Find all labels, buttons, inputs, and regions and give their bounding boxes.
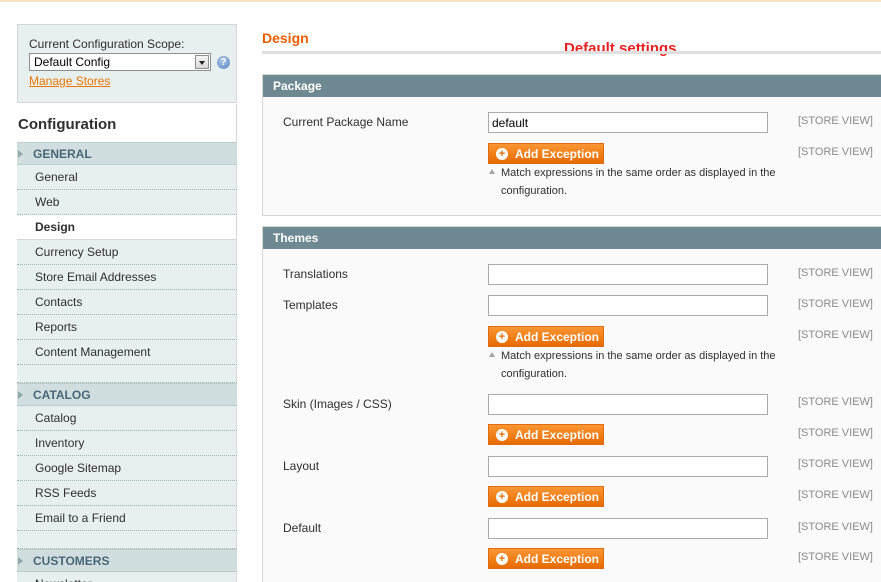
chevron-down-icon[interactable] [195, 55, 209, 69]
plus-icon: + [496, 330, 508, 343]
nav-item-newsletter[interactable]: Newsletter [17, 572, 237, 582]
section-arrow-icon [18, 149, 23, 158]
scope-tag: [STORE VIEW] [798, 489, 873, 501]
plus-icon: + [496, 552, 508, 565]
package-header[interactable]: Package [263, 75, 881, 97]
skin-add-exception-button[interactable]: + Add Exception [488, 424, 604, 445]
scope-tag: [STORE VIEW] [798, 396, 873, 408]
add-exception-label: Add Exception [515, 146, 600, 161]
nav-section-catalog[interactable]: CATALOG [17, 383, 237, 406]
plus-icon: + [496, 147, 508, 160]
templates-label: Templates [283, 298, 338, 312]
nav-spacer [17, 531, 237, 549]
title-divider [262, 51, 881, 54]
scope-select-value: Default Config [34, 55, 111, 69]
default-add-exception-button[interactable]: + Add Exception [488, 548, 604, 569]
nav-item-google-sitemap[interactable]: Google Sitemap [17, 456, 237, 481]
manage-stores-link[interactable]: Manage Stores [29, 74, 110, 88]
translations-label: Translations [283, 267, 348, 281]
exception-note: Match expressions in the same order as d… [488, 164, 788, 200]
default-label: Default [283, 521, 322, 535]
nav-item-general[interactable]: General [17, 165, 237, 190]
nav-spacer [17, 365, 237, 383]
package-name-input[interactable]: default [488, 112, 768, 133]
scope-switcher: Current Configuration Scope: Default Con… [17, 24, 237, 103]
add-exception-button[interactable]: + Add Exception [488, 143, 604, 164]
nav-item-store-email-addresses[interactable]: Store Email Addresses [17, 265, 237, 290]
configuration-heading: Configuration [17, 104, 237, 142]
scope-tag: [STORE VIEW] [798, 329, 873, 341]
skin-label: Skin (Images / CSS) [283, 397, 392, 411]
exception-note-text: Match expressions in the same order as d… [501, 350, 776, 380]
templates-add-exception-button[interactable]: + Add Exception [488, 326, 604, 347]
nav-item-content-management[interactable]: Content Management [17, 340, 237, 365]
scope-tag: [STORE VIEW] [798, 267, 873, 279]
exception-note-text: Match expressions in the same order as d… [501, 167, 776, 197]
nav-item-reports[interactable]: Reports [17, 315, 237, 340]
nav-item-design[interactable]: Design [17, 215, 237, 240]
nav-item-contacts[interactable]: Contacts [17, 290, 237, 315]
help-icon[interactable]: ? [217, 55, 230, 69]
nav-item-rss-feeds[interactable]: RSS Feeds [17, 481, 237, 506]
scope-tag: [STORE VIEW] [798, 115, 873, 127]
magento-config-page: Current Configuration Scope: Default Con… [0, 0, 881, 582]
scope-tag: [STORE VIEW] [798, 551, 873, 563]
skin-input[interactable] [488, 394, 768, 415]
nav-section-general[interactable]: GENERAL [17, 142, 237, 165]
note-arrow-icon [489, 352, 495, 357]
scope-select[interactable]: Default Config [29, 53, 211, 71]
scope-tag: [STORE VIEW] [798, 298, 873, 310]
nav-item-web[interactable]: Web [17, 190, 237, 215]
templates-input[interactable] [488, 295, 768, 316]
nav-item-email-to-a-friend[interactable]: Email to a Friend [17, 506, 237, 531]
default-input[interactable] [488, 518, 768, 539]
nav-item-currency-setup[interactable]: Currency Setup [17, 240, 237, 265]
themes-header[interactable]: Themes [263, 227, 881, 249]
package-name-label: Current Package Name [283, 115, 409, 129]
add-exception-label: Add Exception [515, 427, 600, 442]
add-exception-label: Add Exception [515, 551, 600, 566]
add-exception-label: Add Exception [515, 489, 600, 504]
nav-section-label: GENERAL [33, 146, 92, 161]
section-arrow-icon [18, 390, 23, 399]
translations-input[interactable] [488, 264, 768, 285]
scope-tag: [STORE VIEW] [798, 521, 873, 533]
scope-tag: [STORE VIEW] [798, 427, 873, 439]
themes-fieldset: Themes Translations [STORE VIEW] Templat… [262, 226, 881, 582]
scope-tag: [STORE VIEW] [798, 458, 873, 470]
config-nav: GENERAL General Web Design Currency Setu… [17, 142, 237, 582]
plus-icon: + [496, 428, 508, 441]
annotation-text: Default settings [564, 40, 677, 57]
section-arrow-icon [18, 556, 23, 565]
layout-add-exception-button[interactable]: + Add Exception [488, 486, 604, 507]
plus-icon: + [496, 490, 508, 503]
scope-label: Current Configuration Scope: [29, 37, 185, 51]
nav-section-label: CATALOG [33, 387, 91, 402]
nav-section-customers[interactable]: CUSTOMERS [17, 549, 237, 572]
nav-section-label: CUSTOMERS [33, 553, 110, 568]
scope-tag: [STORE VIEW] [798, 146, 873, 158]
note-arrow-icon [489, 169, 495, 174]
page-title: Design [262, 30, 309, 46]
nav-item-catalog[interactable]: Catalog [17, 406, 237, 431]
add-exception-label: Add Exception [515, 329, 600, 344]
nav-item-inventory[interactable]: Inventory [17, 431, 237, 456]
layout-label: Layout [283, 459, 320, 473]
package-fieldset: Package Current Package Name default [ST… [262, 74, 881, 216]
scope-row: Default Config ? [29, 53, 236, 71]
layout-input[interactable] [488, 456, 768, 477]
exception-note: Match expressions in the same order as d… [488, 347, 788, 383]
